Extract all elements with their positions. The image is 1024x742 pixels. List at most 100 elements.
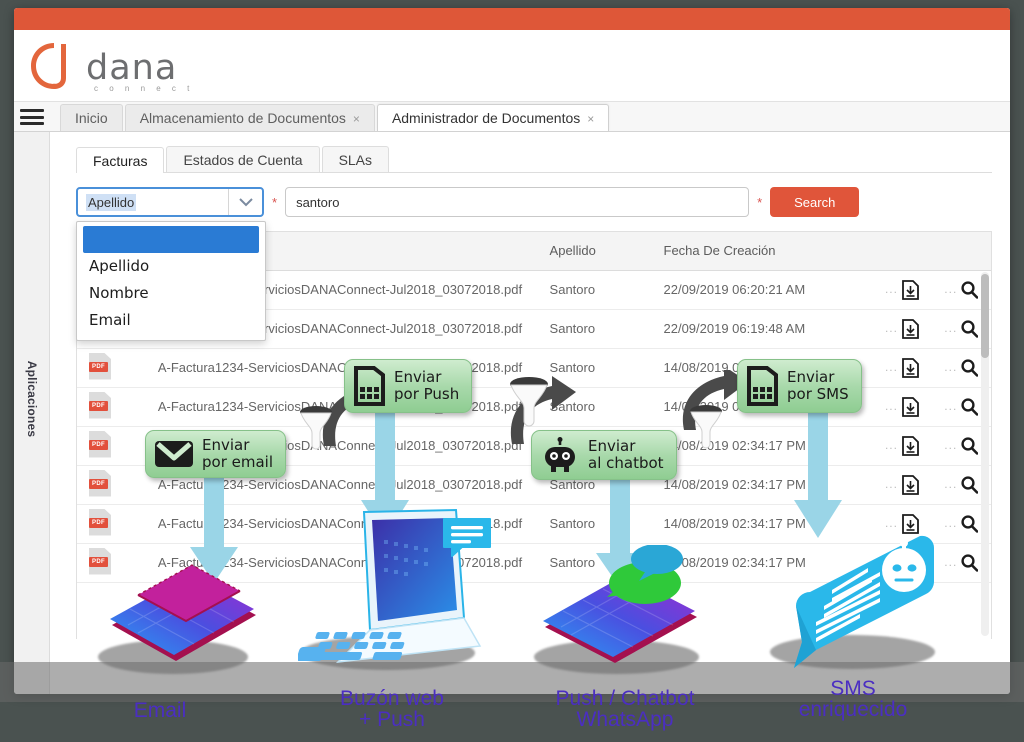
callout-line1: Enviar (202, 436, 250, 454)
chevron-down-icon[interactable] (228, 189, 262, 215)
chat-bubble-icon-web (443, 518, 491, 557)
applications-rail[interactable]: Aplicaciones (14, 132, 50, 694)
row-file-icon-cell: PDF (77, 426, 146, 466)
search-field-select[interactable]: Apellido (76, 187, 264, 217)
dropdown-option-nombre[interactable]: Nombre (77, 280, 265, 307)
callout-line1: Enviar (394, 368, 442, 387)
callout-enviar-por-sms[interactable]: Enviar por SMS (737, 359, 862, 413)
pdf-file-icon: PDF (89, 469, 111, 497)
pdf-file-icon: PDF (89, 391, 111, 419)
row-download-cell[interactable]: ... (872, 387, 932, 427)
download-icon[interactable] (902, 396, 919, 417)
row-file-icon-cell: PDF (77, 465, 146, 505)
row-download-cell[interactable]: ... (872, 270, 932, 310)
row-fecha: 22/09/2019 06:19:48 AM (651, 309, 873, 349)
funnel-icon-2 (510, 377, 548, 427)
channel-label-line1: SMS (830, 677, 876, 700)
download-icon[interactable] (902, 279, 919, 300)
callout-line1: Enviar (588, 437, 636, 456)
row-file-icon-cell: PDF (77, 348, 146, 388)
callout-enviar-por-push[interactable]: Enviar por Push (344, 359, 473, 413)
brand-header: dana c o n n e c t (14, 30, 1010, 102)
channel-label-line2: enriquecido (798, 698, 908, 722)
callout-line2: por email (202, 452, 274, 471)
overflow-dots: ... (944, 320, 958, 335)
browser-tab-administrador[interactable]: Administrador de Documentos × (376, 104, 610, 131)
applications-rail-label: Aplicaciones (24, 360, 39, 438)
envelope-icon (155, 440, 193, 467)
close-icon[interactable]: × (587, 112, 594, 126)
dropdown-option-blank[interactable] (83, 226, 259, 253)
callout-text: Enviar por Push (394, 369, 459, 403)
search-icon[interactable] (961, 436, 979, 455)
overflow-dots: ... (884, 320, 898, 335)
callout-enviar-por-email[interactable]: Enviar por email (145, 430, 287, 478)
row-download-cell[interactable]: ... (872, 348, 932, 388)
dropdown-option-email[interactable]: Email (77, 307, 265, 334)
browser-tab-label: Administrador de Documentos (391, 110, 581, 126)
device-phone-chatbot (543, 545, 697, 663)
row-download-cell[interactable]: ... (872, 309, 932, 349)
overflow-dots: ... (944, 398, 958, 413)
search-field-dropdown[interactable]: Apellido Nombre Email (76, 221, 266, 341)
overflow-dots: ... (944, 437, 958, 452)
download-icon[interactable] (902, 357, 919, 378)
download-icon[interactable] (902, 318, 919, 339)
overflow-dots: ... (884, 281, 898, 296)
close-icon[interactable]: × (353, 112, 360, 126)
col-view[interactable] (931, 232, 991, 271)
hamburger-menu-icon[interactable] (20, 107, 44, 127)
row-apellido: Santoro (537, 270, 652, 310)
callout-line2: al chatbot (588, 454, 664, 472)
dana-logo-icon (31, 43, 66, 89)
callout-enviar-al-chatbot[interactable]: Enviar al chatbot (531, 430, 677, 480)
brand-tagline: c o n n e c t (94, 84, 194, 93)
browser-tab-almacenamiento[interactable]: Almacenamiento de Documentos × (124, 104, 375, 131)
browser-tab-inicio[interactable]: Inicio (60, 104, 123, 131)
search-form: Apellido Apellido Nombre Email * * (76, 187, 992, 341)
row-file-icon-cell: PDF (77, 387, 146, 427)
col-fecha-creacion[interactable]: Fecha De Creación (651, 232, 873, 271)
channel-label-line2: + Push (359, 708, 425, 732)
device-phone-email (110, 564, 256, 661)
search-icon[interactable] (961, 553, 979, 572)
device-sms-chat-bubble (794, 535, 935, 668)
search-icon[interactable] (961, 358, 979, 377)
col-download[interactable] (872, 232, 932, 271)
search-icon[interactable] (961, 319, 979, 338)
robot-icon (545, 437, 575, 472)
row-download-cell[interactable]: ... (872, 465, 932, 505)
tab-slas[interactable]: SLAs (321, 146, 390, 172)
table-scrollbar-thumb[interactable] (981, 274, 989, 358)
overflow-dots: ... (884, 515, 898, 530)
download-icon[interactable] (902, 474, 919, 495)
overflow-dots: ... (944, 515, 958, 530)
search-button[interactable]: Search (770, 187, 860, 217)
search-query-input[interactable] (285, 187, 750, 217)
channel-label-email: Email (115, 699, 205, 722)
callout-text: Enviar al chatbot (588, 438, 664, 472)
channel-label-line2: WhatsApp (576, 708, 674, 732)
channel-label-line1: Email (133, 699, 187, 722)
download-icon[interactable] (902, 435, 919, 456)
search-field-select-value: Apellido (86, 193, 137, 211)
tab-estados-de-cuenta[interactable]: Estados de Cuenta (166, 146, 320, 172)
search-field-select-wrapper: Apellido Apellido Nombre Email (76, 187, 266, 341)
search-icon[interactable] (961, 475, 979, 494)
callout-line2: por Push (394, 385, 460, 403)
mobile-phone-icon (354, 366, 385, 406)
pdf-file-icon: PDF (89, 508, 111, 536)
funnel-icon-1 (300, 406, 332, 450)
search-icon[interactable] (961, 514, 979, 533)
overflow-dots: ... (884, 437, 898, 452)
dropdown-option-apellido[interactable]: Apellido (77, 253, 265, 280)
overflow-dots: ... (884, 359, 898, 374)
col-apellido[interactable]: Apellido (537, 232, 652, 271)
channel-label-line1: Push / Chatbot (555, 687, 695, 710)
channel-label-buzon-web: Buzón web + Push (312, 688, 472, 731)
row-file-icon-cell: PDF (77, 504, 146, 544)
search-icon[interactable] (961, 397, 979, 416)
row-download-cell[interactable]: ... (872, 426, 932, 466)
tab-facturas[interactable]: Facturas (76, 147, 165, 173)
search-icon[interactable] (961, 280, 979, 299)
